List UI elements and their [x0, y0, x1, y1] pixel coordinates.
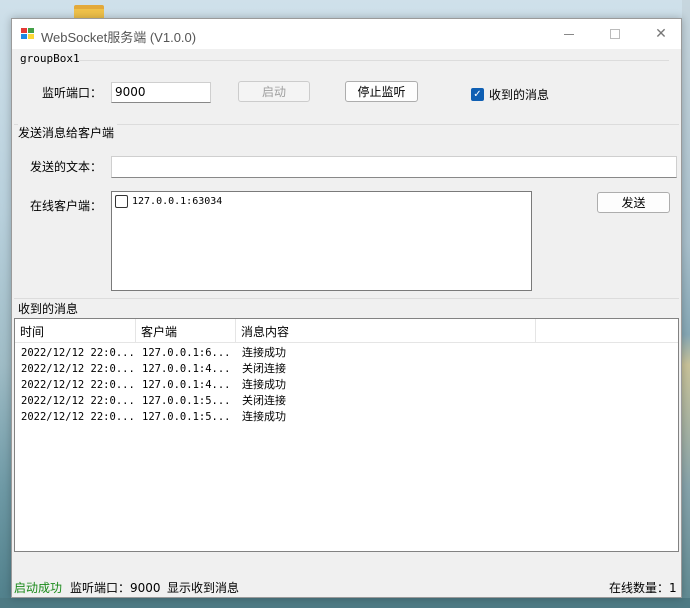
- groupbox1-title: groupBox1: [20, 52, 80, 65]
- cell-time: 2022/12/12 22:0...: [21, 395, 135, 407]
- title-bar[interactable]: WebSocket服务端 (V1.0.0) ✕: [12, 19, 681, 49]
- received-messages-checkbox[interactable]: ✓ 收到的消息: [471, 86, 549, 103]
- cell-client: 127.0.0.1:5...: [142, 395, 231, 407]
- cell-content: 关闭连接: [242, 394, 286, 407]
- listview-header: 时间 客户端 消息内容: [15, 319, 678, 343]
- taskbar-edge: [0, 598, 690, 608]
- main-window: WebSocket服务端 (V1.0.0) ✕ groupBox1 监听端口： …: [11, 18, 682, 598]
- cell-time: 2022/12/12 22:0...: [21, 347, 135, 359]
- cell-time: 2022/12/12 22:0...: [21, 379, 135, 391]
- cell-content: 连接成功: [242, 410, 286, 423]
- status-port: 监听端口：9000: [70, 581, 161, 595]
- cell-client: 127.0.0.1:4...: [142, 363, 231, 375]
- column-header-client[interactable]: 客户端: [136, 319, 236, 343]
- table-row[interactable]: 2022/12/12 22:0... 127.0.0.1:4... 关闭连接: [15, 361, 678, 377]
- minimize-icon: [564, 33, 574, 35]
- send-section-bottom-border: [14, 298, 679, 299]
- status-bar: 启动成功 监听端口：9000 显示收到消息 在线数量：1: [12, 577, 681, 597]
- checkmark-icon: ✓: [471, 88, 484, 101]
- cell-time: 2022/12/12 22:0...: [21, 411, 135, 423]
- online-clients-label: 在线客户端：: [30, 199, 103, 213]
- send-button[interactable]: 发送: [597, 192, 670, 213]
- port-input[interactable]: 9000: [111, 82, 211, 103]
- client-item-label: 127.0.0.1:63034: [132, 196, 223, 207]
- status-state: 启动成功: [14, 581, 63, 595]
- cell-time: 2022/12/12 22:0...: [21, 363, 135, 375]
- table-row[interactable]: 2022/12/12 22:0... 127.0.0.1:6... 连接成功: [15, 345, 678, 361]
- desktop-background: [682, 0, 690, 608]
- window-title: WebSocket服务端 (V1.0.0): [41, 30, 197, 45]
- port-label: 监听端口：: [42, 86, 103, 100]
- close-icon: ✕: [655, 26, 667, 42]
- online-clients-list[interactable]: 127.0.0.1:63034: [111, 191, 532, 291]
- start-button[interactable]: 启动: [238, 81, 310, 102]
- client-item[interactable]: 127.0.0.1:63034: [115, 195, 222, 208]
- received-checkbox-label: 收到的消息: [489, 88, 550, 102]
- stop-listen-button[interactable]: 停止监听: [345, 81, 418, 102]
- table-row[interactable]: 2022/12/12 22:0... 127.0.0.1:4... 连接成功: [15, 377, 678, 393]
- cell-client: 127.0.0.1:6...: [142, 347, 231, 359]
- minimize-button[interactable]: [546, 19, 592, 49]
- client-checkbox[interactable]: [115, 195, 128, 208]
- messages-listview[interactable]: 时间 客户端 消息内容 2022/12/12 22:0... 127.0.0.1…: [14, 318, 679, 552]
- cell-client: 127.0.0.1:5...: [142, 411, 231, 423]
- cell-client: 127.0.0.1:4...: [142, 379, 231, 391]
- column-header-content[interactable]: 消息内容: [236, 319, 536, 343]
- send-text-input[interactable]: [111, 156, 677, 178]
- close-button[interactable]: ✕: [638, 19, 684, 49]
- messages-title: 收到的消息: [18, 302, 79, 316]
- status-online-count: 在线数量：1: [609, 581, 677, 595]
- groupbox1-border: [79, 60, 669, 61]
- send-text-label: 发送的文本：: [30, 160, 103, 174]
- table-row[interactable]: 2022/12/12 22:0... 127.0.0.1:5... 关闭连接: [15, 393, 678, 409]
- cell-content: 关闭连接: [242, 362, 286, 375]
- maximize-button[interactable]: [592, 19, 638, 49]
- window-client-area: groupBox1 监听端口： 9000 启动 停止监听 ✓ 收到的消息 发送消…: [12, 49, 681, 597]
- cell-content: 连接成功: [242, 346, 286, 359]
- app-icon: [21, 28, 35, 40]
- column-header-time[interactable]: 时间: [15, 319, 136, 343]
- table-row[interactable]: 2022/12/12 22:0... 127.0.0.1:5... 连接成功: [15, 409, 678, 425]
- cell-content: 连接成功: [242, 378, 286, 391]
- send-section-title: 发送消息给客户端: [18, 124, 118, 141]
- maximize-icon: [610, 29, 620, 39]
- status-mode: 显示收到消息: [167, 581, 240, 595]
